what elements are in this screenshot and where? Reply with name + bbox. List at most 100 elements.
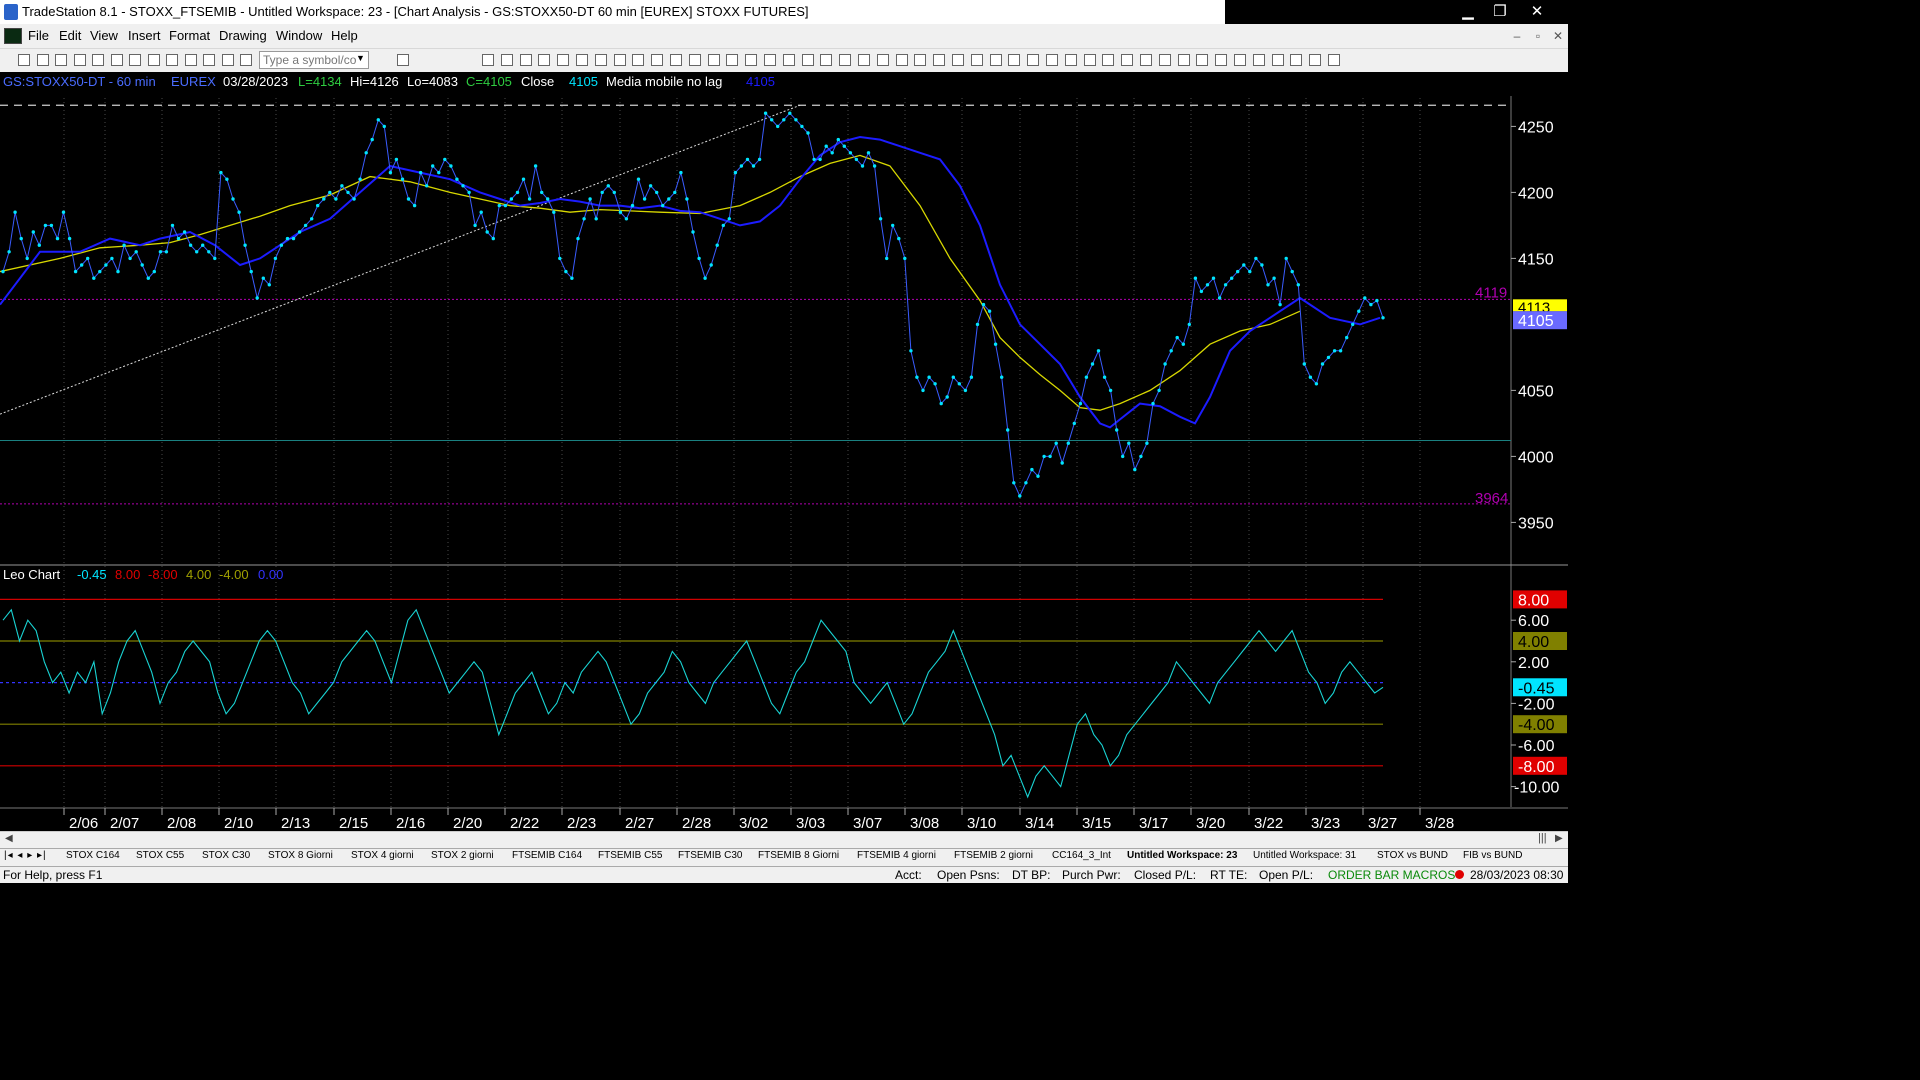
toolbar-tool-icon[interactable] [74, 54, 86, 66]
toolbar-tool-icon[interactable] [783, 54, 795, 66]
toolbar-tool-icon[interactable] [990, 54, 1002, 66]
toolbar-tool-icon[interactable] [1178, 54, 1190, 66]
toolbar-tool-icon[interactable] [203, 54, 215, 66]
toolbar-tool-icon[interactable] [397, 54, 409, 66]
workspace-tab[interactable]: FIB vs BUND [1463, 850, 1522, 861]
toolbar-tool-icon[interactable] [1046, 54, 1058, 66]
toolbar-tool-icon[interactable] [1121, 54, 1133, 66]
toolbar-tool-icon[interactable] [726, 54, 738, 66]
toolbar-tool-icon[interactable] [952, 54, 964, 66]
toolbar-tool-icon[interactable] [670, 54, 682, 66]
toolbar-tool-icon[interactable] [745, 54, 757, 66]
menu-window[interactable]: Window [276, 28, 322, 43]
toolbar-tool-icon[interactable] [1140, 54, 1152, 66]
menu-edit[interactable]: Edit [59, 28, 81, 43]
toolbar-tool-icon[interactable] [501, 54, 513, 66]
tab-nav-icon[interactable]: |◂ ◂ ▸ ▸| [4, 850, 47, 861]
toolbar-tool-icon[interactable] [1290, 54, 1302, 66]
restore-button[interactable]: ❐ [1483, 0, 1517, 24]
workspace-tab[interactable]: FTSEMIB C30 [678, 850, 742, 861]
workspace-tab[interactable]: STOX 8 Giorni [268, 850, 333, 861]
chart-window-icon[interactable] [4, 28, 22, 44]
toolbar-tool-icon[interactable] [651, 54, 663, 66]
price-chart-canvas[interactable]: GS:STOXX50-DT - 60 min EUREX 03/28/2023 … [0, 72, 1568, 831]
menu-insert[interactable]: Insert [128, 28, 161, 43]
toolbar-tool-icon[interactable] [1272, 54, 1284, 66]
workspace-tab[interactable]: STOX C30 [202, 850, 250, 861]
workspace-tab[interactable]: STOX 2 giorni [431, 850, 494, 861]
toolbar-tool-icon[interactable] [166, 54, 178, 66]
toolbar-tool-icon[interactable] [1196, 54, 1208, 66]
toolbar-tool-icon[interactable] [595, 54, 607, 66]
workspace-tab[interactable]: Untitled Workspace: 23 [1127, 850, 1237, 861]
workspace-tab[interactable]: CC164_3_Int [1052, 850, 1111, 861]
workspace-tab[interactable]: FTSEMIB 4 giorni [857, 850, 936, 861]
workspace-tab[interactable]: STOX vs BUND [1377, 850, 1448, 861]
toolbar-tool-icon[interactable] [1234, 54, 1246, 66]
scroll-grip-icon[interactable]: ||| [1538, 832, 1547, 844]
mdi-minimize-button[interactable]: – [1508, 27, 1526, 45]
toolbar-tool-icon[interactable] [802, 54, 814, 66]
scroll-left-icon[interactable]: ◀ [5, 833, 13, 844]
toolbar-tool-icon[interactable] [1253, 54, 1265, 66]
workspace-tab[interactable]: FTSEMIB 2 giorni [954, 850, 1033, 861]
scroll-right-icon[interactable]: ▶ [1555, 833, 1563, 844]
toolbar-tool-icon[interactable] [576, 54, 588, 66]
toolbar-tool-icon[interactable] [1159, 54, 1171, 66]
toolbar-tool-icon[interactable] [222, 54, 234, 66]
toolbar-tool-icon[interactable] [1309, 54, 1321, 66]
menu-file[interactable]: File [28, 28, 49, 43]
toolbar-tool-icon[interactable] [55, 54, 67, 66]
workspace-tab[interactable]: FTSEMIB C164 [512, 850, 582, 861]
toolbar-tool-icon[interactable] [1027, 54, 1039, 66]
menu-drawing[interactable]: Drawing [219, 28, 267, 43]
toolbar-tool-icon[interactable] [240, 54, 252, 66]
toolbar-tool-icon[interactable] [896, 54, 908, 66]
horizontal-scrollbar[interactable]: ◀ ||| ▶ [0, 831, 1568, 848]
toolbar-tool-icon[interactable] [858, 54, 870, 66]
toolbar-tool-icon[interactable] [92, 54, 104, 66]
status-order-bar-macros[interactable]: ORDER BAR MACROS [1328, 868, 1455, 882]
toolbar-tool-icon[interactable] [129, 54, 141, 66]
menu-view[interactable]: View [90, 28, 118, 43]
close-button[interactable]: ✕ [1520, 0, 1554, 24]
toolbar-tool-icon[interactable] [557, 54, 569, 66]
minimize-button[interactable]: ▁ [1451, 0, 1485, 24]
toolbar-tool-icon[interactable] [1065, 54, 1077, 66]
workspace-tab[interactable]: STOX C55 [136, 850, 184, 861]
toolbar-tool-icon[interactable] [632, 54, 644, 66]
toolbar-tool-icon[interactable] [877, 54, 889, 66]
toolbar-tool-icon[interactable] [18, 54, 30, 66]
toolbar-tool-icon[interactable] [933, 54, 945, 66]
toolbar-tool-icon[interactable] [1084, 54, 1096, 66]
toolbar-tool-icon[interactable] [1215, 54, 1227, 66]
toolbar-tool-icon[interactable] [839, 54, 851, 66]
toolbar-tool-icon[interactable] [689, 54, 701, 66]
toolbar-tool-icon[interactable] [482, 54, 494, 66]
menu-help[interactable]: Help [331, 28, 358, 43]
mdi-restore-button[interactable]: ▫ [1529, 27, 1547, 45]
workspace-tab[interactable]: FTSEMIB 8 Giorni [758, 850, 839, 861]
toolbar-tool-icon[interactable] [708, 54, 720, 66]
toolbar-tool-icon[interactable] [37, 54, 49, 66]
workspace-tab[interactable]: STOX 4 giorni [351, 850, 414, 861]
toolbar-tool-icon[interactable] [1008, 54, 1020, 66]
toolbar-tool-icon[interactable] [148, 54, 160, 66]
toolbar-tool-icon[interactable] [538, 54, 550, 66]
chart-analysis-window[interactable]: GS:STOXX50-DT - 60 min EUREX 03/28/2023 … [0, 72, 1568, 831]
toolbar-tool-icon[interactable] [185, 54, 197, 66]
toolbar-tool-icon[interactable] [971, 54, 983, 66]
mdi-close-button[interactable]: ✕ [1549, 27, 1567, 45]
toolbar-tool-icon[interactable] [520, 54, 532, 66]
toolbar-tool-icon[interactable] [111, 54, 123, 66]
workspace-tab[interactable]: Untitled Workspace: 31 [1253, 850, 1356, 861]
menu-format[interactable]: Format [169, 28, 210, 43]
symbol-input[interactable]: Type a symbol/co [259, 51, 369, 69]
workspace-tab[interactable]: STOX C164 [66, 850, 120, 861]
toolbar-tool-icon[interactable] [1328, 54, 1340, 66]
toolbar-tool-icon[interactable] [1102, 54, 1114, 66]
workspace-tab[interactable]: FTSEMIB C55 [598, 850, 662, 861]
toolbar-tool-icon[interactable] [614, 54, 626, 66]
toolbar-tool-icon[interactable] [820, 54, 832, 66]
toolbar-tool-icon[interactable] [764, 54, 776, 66]
